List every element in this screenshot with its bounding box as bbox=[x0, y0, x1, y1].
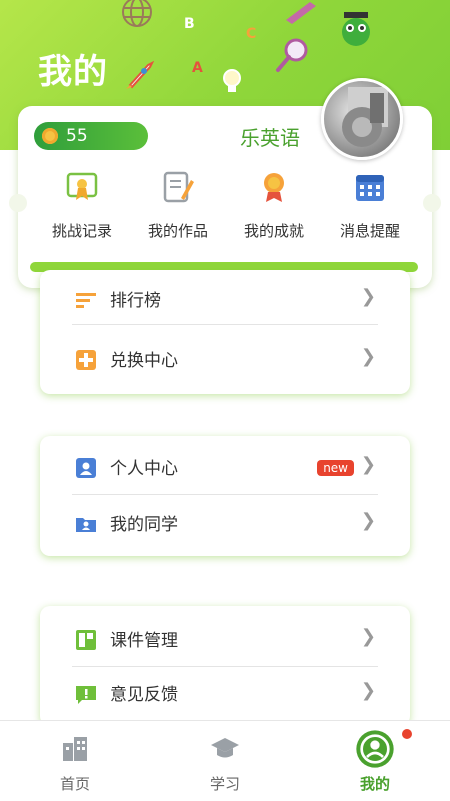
certificate-icon bbox=[66, 172, 98, 200]
bottom-tab-bar: 首页 学习 我的 bbox=[0, 720, 450, 801]
chevron-right-icon: ❯ bbox=[360, 286, 376, 307]
medal-icon bbox=[264, 173, 284, 202]
coin-value: 55 bbox=[66, 126, 88, 146]
new-badge: new bbox=[317, 460, 354, 476]
feedback-icon bbox=[76, 686, 96, 704]
menu-item-my-classmates[interactable]: 我的同学 ❯ bbox=[40, 494, 410, 554]
tab-mine[interactable]: 我的 bbox=[300, 721, 450, 801]
calendar-icon bbox=[356, 175, 384, 201]
shortcut-label: 我的成就 bbox=[243, 222, 304, 240]
mascot-icon bbox=[342, 12, 370, 46]
profile-card: 55 乐英语 挑战记录 我的作品 我的成就 消息提醒 bbox=[9, 78, 441, 288]
chevron-right-icon: ❯ bbox=[360, 626, 376, 647]
notification-dot bbox=[402, 729, 412, 739]
exchange-icon bbox=[76, 350, 96, 370]
shortcut-message-reminder[interactable]: 消息提醒 bbox=[322, 170, 418, 241]
letter-b-decoration: B bbox=[184, 16, 195, 32]
profile-circle-icon bbox=[356, 730, 394, 768]
menu-item-label: 意见反馈 bbox=[110, 685, 178, 705]
avatar[interactable] bbox=[321, 78, 403, 160]
menu-item-label: 排行榜 bbox=[110, 291, 161, 311]
tab-label: 我的 bbox=[359, 775, 390, 793]
buildings-icon bbox=[63, 737, 87, 761]
shortcut-label: 挑战记录 bbox=[51, 222, 112, 240]
tab-label: 首页 bbox=[59, 775, 90, 793]
coin-icon bbox=[42, 128, 58, 144]
menu-item-label: 兑换中心 bbox=[110, 351, 178, 371]
letter-c-decoration: C bbox=[246, 26, 257, 42]
magnifier-icon bbox=[276, 38, 308, 72]
ranking-icon bbox=[76, 293, 96, 308]
shortcut-challenge-records[interactable]: 挑战记录 bbox=[34, 170, 130, 241]
username: 乐英语 bbox=[240, 126, 300, 150]
menu-group-ranking: 排行榜 ❯ 兑换中心 ❯ bbox=[40, 270, 410, 394]
rocket-icon bbox=[126, 60, 155, 89]
menu-group-personal: 个人中心 new ❯ 我的同学 ❯ bbox=[40, 436, 410, 556]
menu-group-management: 课件管理 ❯ 意见反馈 ❯ bbox=[40, 606, 410, 726]
menu-item-ranking[interactable]: 排行榜 ❯ bbox=[40, 270, 410, 330]
menu-item-label: 课件管理 bbox=[110, 631, 178, 651]
tab-home[interactable]: 首页 bbox=[0, 721, 150, 801]
globe-icon bbox=[122, 0, 152, 27]
menu-item-courseware[interactable]: 课件管理 ❯ bbox=[40, 610, 410, 670]
pencil-icon bbox=[286, 2, 316, 24]
chevron-right-icon: ❯ bbox=[360, 510, 376, 531]
bulb-icon bbox=[223, 69, 241, 92]
menu-item-label: 我的同学 bbox=[110, 515, 178, 535]
courseware-icon bbox=[76, 630, 96, 650]
card-notch-right bbox=[423, 194, 441, 212]
chevron-right-icon: ❯ bbox=[360, 346, 376, 367]
tab-label: 学习 bbox=[209, 775, 240, 793]
person-card-icon bbox=[76, 458, 96, 478]
card-notch-left bbox=[9, 194, 27, 212]
shortcut-label: 消息提醒 bbox=[339, 222, 400, 240]
shortcut-label: 我的作品 bbox=[147, 222, 208, 240]
shortcut-my-works[interactable]: 我的作品 bbox=[130, 170, 226, 241]
menu-item-personal-center[interactable]: 个人中心 new ❯ bbox=[40, 438, 410, 498]
menu-item-feedback[interactable]: 意见反馈 ❯ bbox=[40, 664, 410, 724]
avatar-image bbox=[342, 87, 388, 147]
chevron-right-icon: ❯ bbox=[360, 680, 376, 701]
letter-a-decoration: A bbox=[192, 60, 203, 76]
chevron-right-icon: ❯ bbox=[360, 454, 376, 475]
shortcut-my-achievements[interactable]: 我的成就 bbox=[226, 170, 322, 241]
page-title: 我的 bbox=[38, 52, 108, 92]
classmates-folder-icon bbox=[76, 518, 96, 532]
menu-item-exchange-center[interactable]: 兑换中心 ❯ bbox=[40, 330, 410, 390]
notebook-pen-icon bbox=[163, 171, 194, 203]
graduation-cap-icon bbox=[211, 738, 239, 758]
menu-item-label: 个人中心 bbox=[110, 459, 178, 479]
tab-study[interactable]: 学习 bbox=[150, 721, 300, 801]
coin-balance[interactable]: 55 bbox=[34, 122, 148, 150]
divider bbox=[72, 324, 378, 325]
